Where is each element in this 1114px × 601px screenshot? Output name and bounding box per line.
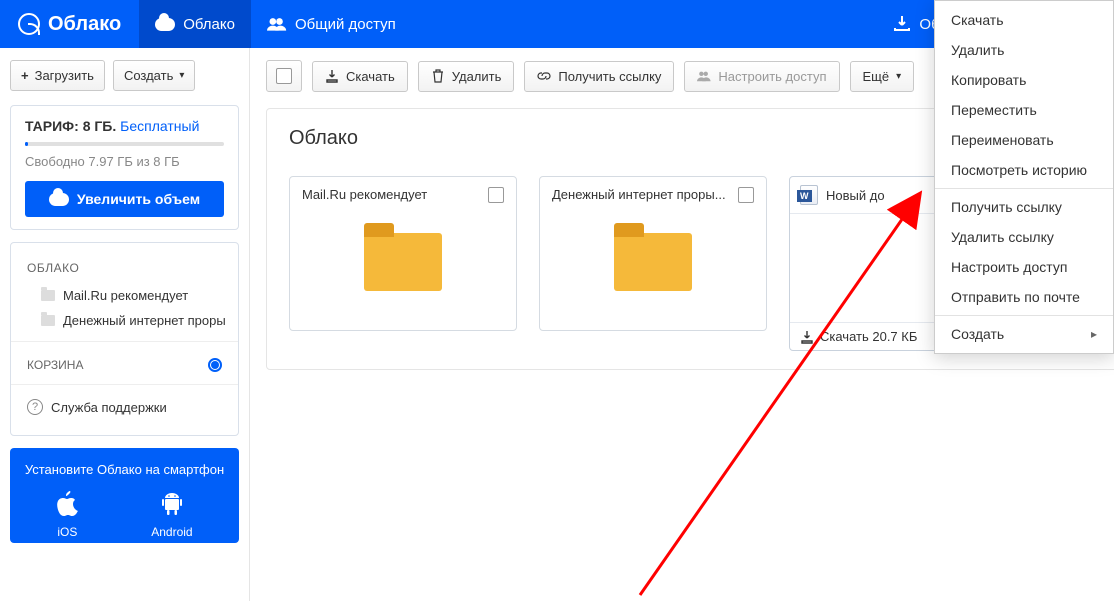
sidebar: + Загрузить Создать ▾ ТАРИФ: 8 ГБ. Беспл…: [0, 48, 250, 601]
tab-shared-label: Общий доступ: [295, 16, 396, 33]
toolbar-configure-label: Настроить доступ: [718, 69, 826, 84]
promo-ios[interactable]: iOS: [56, 491, 78, 539]
android-icon: [161, 491, 183, 517]
increase-button[interactable]: Увеличить объем: [25, 181, 224, 217]
tile-name: Mail.Ru рекомендует: [302, 187, 433, 202]
support-label: Служба поддержки: [51, 400, 167, 415]
toolbar-more[interactable]: Ещё ▾: [850, 61, 915, 92]
ctx-rename[interactable]: Переименовать: [935, 125, 1113, 155]
toolbar-more-label: Ещё: [863, 69, 890, 84]
freespace-text: Свободно 7.97 ГБ из 8 ГБ: [25, 154, 224, 169]
toolbar-configure[interactable]: Настроить доступ: [684, 61, 839, 92]
chevron-down-icon: ▾: [896, 71, 901, 82]
upload-button[interactable]: + Загрузить: [10, 60, 105, 91]
toolbar-download[interactable]: Скачать: [312, 61, 408, 92]
download-icon: [325, 69, 339, 83]
sidebar-item-label: Mail.Ru рекомендует: [63, 288, 188, 303]
promo-android-label: Android: [151, 525, 192, 539]
folder-tile[interactable]: Mail.Ru рекомендует: [289, 176, 517, 331]
ctx-move[interactable]: Переместить: [935, 95, 1113, 125]
ctx-separator: [935, 188, 1113, 189]
tab-cloud-label: Облако: [183, 16, 235, 33]
tariff-free[interactable]: Бесплатный: [120, 118, 199, 134]
create-button[interactable]: Создать ▾: [113, 60, 195, 91]
toolbar-delete[interactable]: Удалить: [418, 61, 515, 92]
ctx-create-submenu[interactable]: Создать ▸: [935, 319, 1113, 349]
doc-download-label: Скачать 20.7 КБ: [820, 329, 917, 344]
folder-icon: [41, 315, 55, 326]
storage-bar: [25, 142, 224, 146]
create-label: Создать: [124, 68, 173, 83]
folder-icon: [364, 233, 442, 291]
ctx-separator: [935, 315, 1113, 316]
ctx-configure-access[interactable]: Настроить доступ: [935, 252, 1113, 282]
folder-icon: [614, 233, 692, 291]
toolbar-get-link[interactable]: Получить ссылку: [524, 61, 674, 92]
sidebar-item-mailru[interactable]: Mail.Ru рекомендует: [23, 283, 226, 308]
tree-card: ОБЛАКО Mail.Ru рекомендует Денежный инте…: [10, 242, 239, 436]
ctx-delete-link[interactable]: Удалить ссылку: [935, 222, 1113, 252]
link-icon: [537, 69, 551, 83]
upload-label: Загрузить: [35, 68, 94, 83]
apple-icon: [56, 491, 78, 517]
toolbar-download-label: Скачать: [346, 69, 395, 84]
trash-icon: [431, 69, 445, 83]
increase-label: Увеличить объем: [77, 191, 200, 207]
promo-android[interactable]: Android: [151, 491, 192, 539]
tile-checkbox[interactable]: [488, 187, 504, 203]
sidebar-item-money[interactable]: Денежный интернет прорыв ...: [23, 308, 226, 333]
ctx-download[interactable]: Скачать: [935, 5, 1113, 35]
users-icon: [267, 17, 287, 31]
tile-name: Денежный интернет проры...: [552, 187, 732, 202]
download-icon: [893, 15, 911, 33]
tile-checkbox[interactable]: [738, 187, 754, 203]
tariff-label: ТАРИФ:: [25, 118, 79, 134]
promo-ios-label: iOS: [57, 525, 77, 539]
context-menu[interactable]: Скачать Удалить Копировать Переместить П…: [934, 0, 1114, 354]
trash-row[interactable]: КОРЗИНА: [23, 350, 226, 380]
cloud-icon: [155, 18, 175, 31]
toolbar-link-label: Получить ссылку: [558, 69, 661, 84]
support-link[interactable]: ? Служба поддержки: [23, 389, 226, 425]
doc-download-row[interactable]: Скачать 20.7 КБ: [800, 329, 917, 344]
ctx-copy[interactable]: Копировать: [935, 65, 1113, 95]
tariff-line: ТАРИФ: 8 ГБ. Бесплатный: [25, 118, 224, 134]
chevron-right-icon: ▸: [1091, 327, 1097, 341]
section-cloud: ОБЛАКО: [23, 253, 226, 283]
promo-title: Установите Облако на смартфон: [20, 462, 229, 477]
at-icon: [18, 13, 40, 35]
tariff-card: ТАРИФ: 8 ГБ. Бесплатный Свободно 7.97 ГБ…: [10, 105, 239, 230]
ctx-history[interactable]: Посмотреть историю: [935, 155, 1113, 185]
tariff-size: 8 ГБ.: [83, 118, 117, 134]
radio-icon: [208, 358, 222, 372]
sidebar-item-label: Денежный интернет прорыв ...: [63, 313, 226, 328]
toolbar-delete-label: Удалить: [452, 69, 502, 84]
brand-logo[interactable]: Облако: [0, 13, 139, 36]
doc-name: Новый до: [826, 188, 891, 203]
select-all-checkbox[interactable]: [276, 68, 292, 84]
trash-label: КОРЗИНА: [27, 358, 83, 372]
tab-shared[interactable]: Общий доступ: [251, 0, 412, 48]
cloud-icon: [49, 193, 69, 206]
promo-card: Установите Облако на смартфон iOS Androi…: [10, 448, 239, 543]
folder-tile[interactable]: Денежный интернет проры...: [539, 176, 767, 331]
word-icon: [800, 185, 818, 205]
users-icon: [697, 69, 711, 83]
chevron-down-icon: ▾: [179, 70, 184, 81]
ctx-get-link[interactable]: Получить ссылку: [935, 192, 1113, 222]
question-icon: ?: [27, 399, 43, 415]
download-icon: [800, 330, 814, 344]
brand-name: Облако: [48, 13, 121, 36]
folder-icon: [41, 290, 55, 301]
select-all-wrap[interactable]: [266, 60, 302, 92]
ctx-delete[interactable]: Удалить: [935, 35, 1113, 65]
tab-cloud[interactable]: Облако: [139, 0, 251, 48]
ctx-send-mail[interactable]: Отправить по почте: [935, 282, 1113, 312]
plus-icon: +: [21, 68, 29, 83]
